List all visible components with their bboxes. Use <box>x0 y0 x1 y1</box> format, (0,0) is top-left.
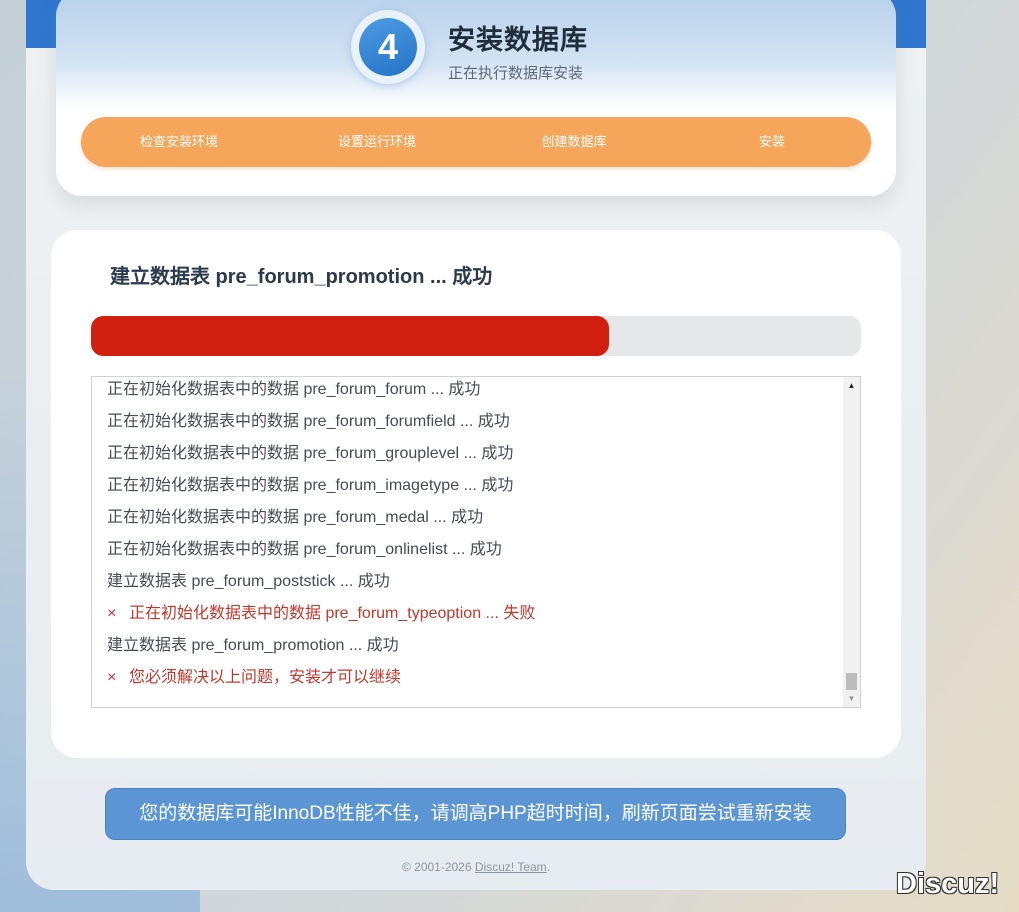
step-number-badge: 4 <box>351 10 425 84</box>
log-item: 建立数据表 pre_forum_promotion ... 成功 <box>107 637 399 654</box>
innodb-warning-alert: 您的数据库可能InnoDB性能不佳，请调高PHP超时时间，刷新页面尝试重新安装 <box>105 788 846 840</box>
log-item: 正在初始化数据表中的数据 pre_forum_forumfield ... 成功 <box>107 413 510 430</box>
log-item: × 您必须解决以上问题，安装才可以继续 <box>107 662 837 694</box>
error-x-icon: × <box>107 669 117 686</box>
discuz-watermark-logo: Discuz! <box>896 868 1000 900</box>
log-item: × 正在初始化数据表中的数据 pre_forum_typeoption ... 失… <box>107 598 837 630</box>
log-item: 正在初始化数据表中的数据 pre_forum_medal ... 成功 <box>107 509 484 526</box>
error-x-icon: × <box>107 605 117 622</box>
step-title: 安装数据库 <box>448 25 588 55</box>
scroll-down-arrow-icon[interactable]: ▼ <box>843 690 860 707</box>
progress-bar <box>91 316 861 356</box>
step-subtitle: 正在执行数据库安装 <box>448 65 584 82</box>
install-steps-nav: 检查安装环境 设置运行环境 创建数据库 安装 <box>81 117 871 167</box>
nav-step-create-database[interactable]: 创建数据库 <box>494 117 654 167</box>
log-item: 正在初始化数据表中的数据 pre_forum_onlinelist ... 成功 <box>107 541 502 558</box>
current-status-text: 建立数据表 pre_forum_promotion ... 成功 <box>110 266 493 288</box>
nav-step-check-environment[interactable]: 检查安装环境 <box>99 117 259 167</box>
discuz-team-link[interactable]: Discuz! Team <box>475 860 547 874</box>
footer-copyright: © 2001-2026 Discuz! Team. <box>401 860 551 874</box>
step-number: 4 <box>359 18 417 76</box>
log-item: 正在初始化数据表中的数据 pre_forum_forum ... 成功 <box>107 381 481 398</box>
log-item: 正在初始化数据表中的数据 pre_forum_imagetype ... 成功 <box>107 477 514 494</box>
log-item: 建立数据表 pre_forum_poststick ... 成功 <box>107 573 390 590</box>
nav-step-setup-environment[interactable]: 设置运行环境 <box>297 117 457 167</box>
log-item: 正在初始化数据表中的数据 pre_forum_grouplevel ... 成功 <box>107 445 514 462</box>
scrollbar-thumb[interactable] <box>846 673 857 690</box>
scroll-up-arrow-icon[interactable]: ▲ <box>843 377 860 394</box>
log-scrollbar[interactable]: ▲ ▼ <box>843 377 860 707</box>
progress-bar-fill <box>91 316 610 356</box>
nav-step-install[interactable]: 安装 <box>692 117 852 167</box>
install-log-box[interactable]: 正在初始化数据表中的数据 pre_forum_forum ... 成功 正在初始… <box>91 376 861 708</box>
install-log-list: 正在初始化数据表中的数据 pre_forum_forum ... 成功 正在初始… <box>107 377 837 694</box>
